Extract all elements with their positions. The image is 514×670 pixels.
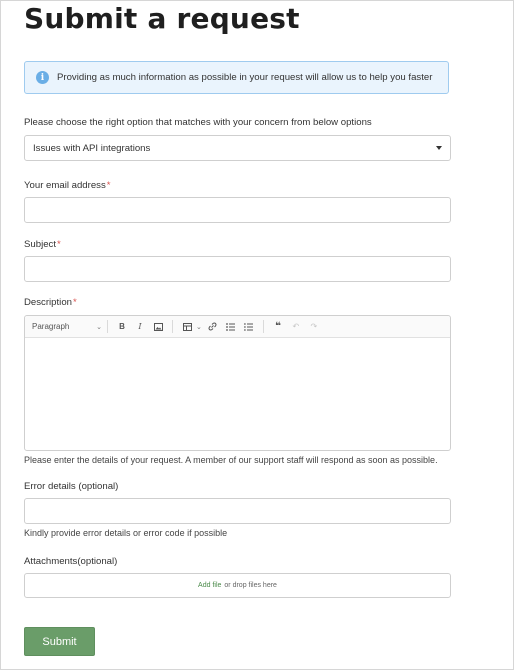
error-details-help: Kindly provide error details or error co…	[24, 528, 228, 538]
link-icon[interactable]	[206, 320, 220, 334]
email-label-text: Your email address	[24, 180, 106, 191]
blockquote-icon[interactable]: ❝	[271, 320, 285, 334]
error-details-field[interactable]	[24, 498, 451, 524]
undo-icon[interactable]: ↶	[289, 320, 303, 334]
attachments-dropzone[interactable]: Add file or drop files here	[24, 573, 451, 598]
editor-toolbar: Paragraph ⌄ B I ⌄ ❝ ↶ ↷	[25, 316, 450, 338]
attachments-label-text: Attachments	[24, 556, 78, 567]
concern-label: Please choose the right option that matc…	[24, 117, 372, 128]
add-file-link[interactable]: Add file	[198, 582, 221, 589]
numbered-list-icon[interactable]	[242, 320, 256, 334]
info-banner: i Providing as much information as possi…	[24, 61, 449, 94]
email-label: Your email address*	[24, 180, 111, 191]
toolbar-divider	[107, 320, 108, 333]
info-icon: i	[36, 71, 49, 84]
concern-select-value: Issues with API integrations	[33, 142, 151, 154]
image-icon[interactable]	[151, 320, 165, 334]
description-help: Please enter the details of your request…	[24, 455, 438, 465]
bold-icon[interactable]: B	[115, 320, 129, 334]
heading-select-value: Paragraph	[32, 322, 70, 331]
toolbar-divider	[262, 320, 264, 333]
chevron-down-icon: ⌄	[96, 323, 102, 331]
bulleted-list-icon[interactable]	[224, 320, 238, 334]
submit-button[interactable]: Submit	[24, 627, 95, 656]
optional-suffix: (optional)	[75, 481, 119, 492]
description-label-text: Description	[24, 297, 72, 308]
drop-files-text: or drop files here	[224, 582, 277, 589]
subject-label: Subject*	[24, 239, 61, 250]
italic-icon[interactable]: I	[133, 320, 147, 334]
attachments-label: Attachments(optional)	[24, 556, 117, 567]
subject-label-text: Subject	[24, 239, 56, 250]
error-details-label: Error details (optional)	[24, 481, 118, 492]
required-mark: *	[106, 180, 111, 191]
redo-icon[interactable]: ↷	[307, 320, 321, 334]
required-mark: *	[73, 297, 77, 308]
heading-select[interactable]: Paragraph ⌄	[32, 322, 102, 331]
description-label: Description*	[24, 297, 77, 308]
table-icon[interactable]	[180, 320, 194, 334]
optional-suffix: (optional)	[77, 556, 118, 567]
subject-field[interactable]	[24, 256, 451, 282]
required-mark: *	[57, 239, 61, 250]
chevron-down-icon	[436, 146, 442, 150]
concern-select[interactable]: Issues with API integrations	[24, 135, 451, 161]
email-field[interactable]	[24, 197, 451, 223]
page-title: Submit a request	[24, 2, 300, 35]
description-editor: Paragraph ⌄ B I ⌄ ❝ ↶ ↷	[24, 315, 451, 451]
info-banner-text: Providing as much information as possibl…	[57, 72, 433, 83]
toolbar-divider	[172, 320, 173, 333]
chevron-down-icon[interactable]: ⌄	[196, 323, 202, 331]
description-textarea[interactable]	[25, 338, 450, 451]
error-details-label-text: Error details	[24, 481, 76, 492]
